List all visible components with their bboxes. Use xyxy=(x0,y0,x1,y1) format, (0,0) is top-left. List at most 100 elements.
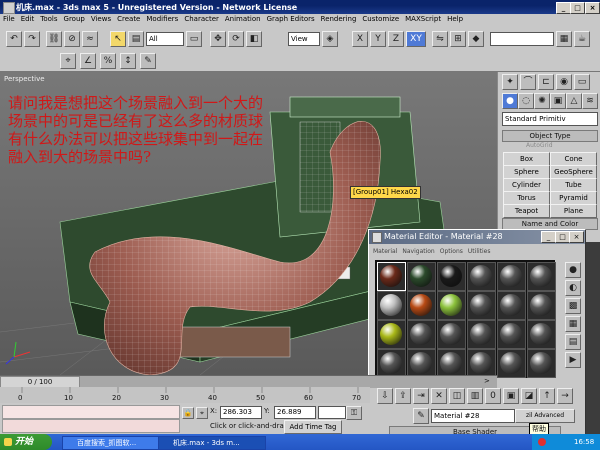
maxscript-listener-mini[interactable] xyxy=(2,405,180,419)
material-slot[interactable] xyxy=(437,349,466,378)
material-slot[interactable] xyxy=(527,349,556,378)
put-to-library-icon[interactable]: ▥ xyxy=(467,388,483,404)
mated-menu-utilities[interactable]: Utilities xyxy=(468,248,491,255)
go-to-parent-icon[interactable]: ↑ xyxy=(539,388,555,404)
render-scene-icon[interactable]: ☕ xyxy=(574,31,590,47)
menu-tools[interactable]: Tools xyxy=(37,14,60,23)
pyramid-button[interactable]: Pyramid xyxy=(550,191,597,205)
get-material-icon[interactable]: ⇩ xyxy=(377,388,393,404)
spinner-snap-icon[interactable]: ◆ xyxy=(468,31,484,47)
mirror-icon[interactable]: ⇋ xyxy=(432,31,448,47)
select-region-icon[interactable]: ▭ xyxy=(186,31,202,47)
show-end-result-icon[interactable]: ◪ xyxy=(521,388,537,404)
backlight-icon[interactable]: ◐ xyxy=(565,280,581,296)
reference-coordinate-dropdown[interactable]: View xyxy=(288,32,320,46)
pick-material-icon[interactable]: ✎ xyxy=(413,408,429,424)
material-slot[interactable] xyxy=(527,262,556,291)
hierarchy-tab-icon[interactable]: ⊏ xyxy=(538,74,554,90)
taskbar-item-browser[interactable]: 百度搜索_抓图软... xyxy=(62,436,170,450)
y-coordinate-field[interactable]: 26.889 xyxy=(274,406,316,419)
taskbar-item-3dsmax[interactable]: 机床.max - 3ds m... xyxy=(158,436,266,450)
autogrid-checkbox[interactable]: AutoGrid xyxy=(526,142,553,149)
put-to-scene-icon[interactable]: ⇪ xyxy=(395,388,411,404)
align-icon[interactable]: ⊞ xyxy=(450,31,466,47)
material-slot[interactable] xyxy=(407,291,436,320)
add-time-tag-button[interactable]: Add Time Tag xyxy=(284,420,342,434)
background-icon[interactable]: ▩ xyxy=(565,298,581,314)
material-slot[interactable] xyxy=(527,320,556,349)
assign-material-icon[interactable]: ⇥ xyxy=(413,388,429,404)
menu-file[interactable]: File xyxy=(0,14,18,23)
menu-rendering[interactable]: Rendering xyxy=(318,14,360,23)
display-tab-icon[interactable]: ▭ xyxy=(574,74,590,90)
menu-views[interactable]: Views xyxy=(88,14,114,23)
material-editor-minimize-button[interactable]: _ xyxy=(541,231,556,243)
menu-group[interactable]: Group xyxy=(61,14,88,23)
material-slot[interactable] xyxy=(377,349,406,378)
mated-menu-navigation[interactable]: Navigation xyxy=(402,248,434,255)
move-icon[interactable]: ✥ xyxy=(210,31,226,47)
maximize-button[interactable]: □ xyxy=(570,2,585,14)
select-object-icon[interactable]: ↖ xyxy=(110,31,126,47)
menu-animation[interactable]: Animation xyxy=(222,14,264,23)
teapot-button[interactable]: Teapot xyxy=(503,204,550,218)
key-icon[interactable]: ⚿ xyxy=(346,406,362,420)
link-icon[interactable]: ⛓ xyxy=(46,31,62,47)
menu-graph-editors[interactable]: Graph Editors xyxy=(264,14,318,23)
mated-menu-material[interactable]: Material xyxy=(373,248,397,255)
sphere-button[interactable]: Sphere xyxy=(503,165,550,179)
select-by-name-icon[interactable]: ▤ xyxy=(128,31,144,47)
start-button[interactable]: 开始 xyxy=(0,434,52,450)
material-slot[interactable] xyxy=(497,291,526,320)
material-slot[interactable] xyxy=(377,291,406,320)
mated-menu-options[interactable]: Options xyxy=(440,248,463,255)
plane-button[interactable]: Plane xyxy=(550,204,597,218)
named-selection-dropdown[interactable] xyxy=(490,32,554,46)
spinner-snap-toggle-icon[interactable]: ↕ xyxy=(120,53,136,69)
lights-icon[interactable]: ✺ xyxy=(534,93,550,109)
menu-maxscript[interactable]: MAXScript xyxy=(402,14,444,23)
make-unique-icon[interactable]: ◫ xyxy=(449,388,465,404)
bind-space-warp-icon[interactable]: ≈ xyxy=(82,31,98,47)
x-coordinate-field[interactable]: 286.303 xyxy=(220,406,262,419)
axis-z-button[interactable]: Z xyxy=(388,31,404,47)
material-slot[interactable] xyxy=(467,349,496,378)
reset-map-icon[interactable]: ✕ xyxy=(431,388,447,404)
spacewarps-icon[interactable]: ≋ xyxy=(582,93,598,109)
axis-x-button[interactable]: X xyxy=(352,31,368,47)
show-map-icon[interactable]: ▣ xyxy=(503,388,519,404)
z-coordinate-field[interactable] xyxy=(318,406,346,419)
material-type-button[interactable]: zil Advanced xyxy=(515,409,575,423)
material-slot[interactable] xyxy=(437,291,466,320)
selection-filter-dropdown[interactable]: All xyxy=(146,32,184,46)
material-slot[interactable] xyxy=(497,262,526,291)
absolute-mode-icon[interactable]: ⌖ xyxy=(196,407,208,419)
menu-character[interactable]: Character xyxy=(181,14,222,23)
helpers-icon[interactable]: △ xyxy=(566,93,582,109)
minimize-button[interactable]: _ xyxy=(556,2,571,14)
menu-help[interactable]: Help xyxy=(444,14,466,23)
primitive-category-dropdown[interactable]: Standard Primitiv xyxy=(502,112,598,126)
cylinder-button[interactable]: Cylinder xyxy=(503,178,550,192)
snap-toggle-icon[interactable]: ⌖ xyxy=(60,53,76,69)
close-button[interactable]: × xyxy=(585,2,600,14)
tray-icon[interactable] xyxy=(538,438,546,446)
axis-xy-button[interactable]: XY xyxy=(406,31,426,47)
tube-button[interactable]: Tube xyxy=(550,178,597,192)
menu-modifiers[interactable]: Modifiers xyxy=(143,14,181,23)
material-slot[interactable] xyxy=(467,320,496,349)
maxscript-output-mini[interactable] xyxy=(2,419,180,433)
time-slider-next-icon[interactable]: > xyxy=(484,376,496,387)
geometry-icon[interactable]: ● xyxy=(502,93,518,109)
angle-snap-icon[interactable]: ∠ xyxy=(80,53,96,69)
material-slot[interactable] xyxy=(407,320,436,349)
motion-tab-icon[interactable]: ◉ xyxy=(556,74,572,90)
make-preview-icon[interactable]: ▶ xyxy=(565,352,581,368)
video-color-check-icon[interactable]: ▤ xyxy=(565,334,581,350)
material-editor-maximize-button[interactable]: □ xyxy=(555,231,570,243)
rotate-icon[interactable]: ⟳ xyxy=(228,31,244,47)
axis-y-button[interactable]: Y xyxy=(370,31,386,47)
material-slot[interactable] xyxy=(437,262,466,291)
lock-selection-icon[interactable]: 🔒 xyxy=(182,407,194,419)
geosphere-button[interactable]: GeoSphere xyxy=(550,165,597,179)
